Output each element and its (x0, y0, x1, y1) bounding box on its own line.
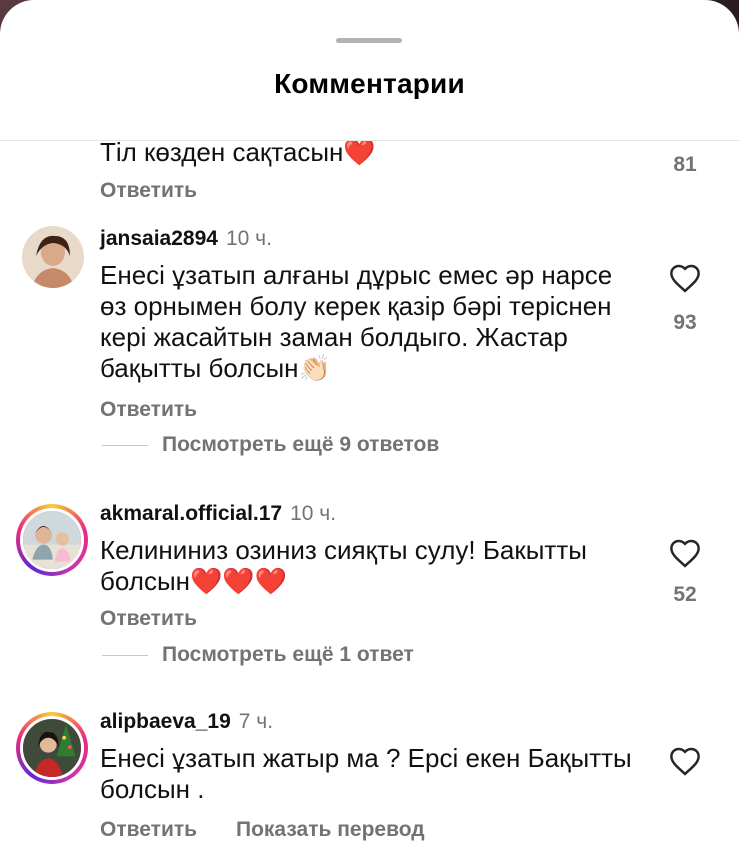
avatar-image (23, 511, 81, 569)
avatar-image (22, 226, 84, 288)
comment-meta: alipbaeva_19 7 ч. (100, 710, 273, 734)
comment-text: Енесі ұзатып алғаны дұрыс емес әр нарсе … (100, 260, 613, 383)
timestamp: 7 ч. (238, 710, 274, 733)
comments-list[interactable]: Тіл көзден сақтасын❤️ 81 Ответить jansai… (0, 141, 739, 847)
view-more-replies[interactable]: Посмотреть ещё 9 ответов (162, 433, 439, 457)
comments-sheet: Комментарии Тіл көзден сақтасын❤️ 81 Отв… (0, 0, 739, 847)
avatar-story-ring[interactable] (16, 712, 88, 784)
heart-outline-icon[interactable] (668, 263, 702, 293)
username[interactable]: alipbaeva_19 (100, 710, 231, 733)
avatar-image (23, 719, 81, 777)
reply-button[interactable]: Ответить (100, 179, 197, 203)
avatar-story-ring[interactable] (16, 504, 88, 576)
replies-divider (102, 655, 148, 656)
view-more-replies[interactable]: Посмотреть ещё 1 ответ (162, 643, 414, 667)
comment-text: Енесі ұзатып жатыр ма ? Ерсі екен Бақытт… (100, 743, 632, 804)
translate-button[interactable]: Показать перевод (236, 818, 425, 842)
comment-meta: akmaral.official.17 10 ч. (100, 502, 336, 526)
comment-text: Келининиз озиниз сияқты сулу! Бакытты бо… (100, 535, 587, 596)
like-count: 81 (673, 153, 697, 176)
drag-handle[interactable] (336, 38, 402, 43)
heart-outline-icon[interactable] (668, 538, 702, 568)
timestamp: 10 ч. (290, 502, 337, 525)
sheet-title: Комментарии (274, 68, 465, 99)
replies-divider (102, 445, 148, 446)
username[interactable]: jansaia2894 (100, 227, 218, 250)
reply-button[interactable]: Ответить (100, 607, 197, 631)
comment-text: Тіл көзден сақтасын❤️ (100, 141, 376, 167)
reply-button[interactable]: Ответить (100, 398, 197, 422)
comment-meta: jansaia2894 10 ч. (100, 227, 272, 251)
username[interactable]: akmaral.official.17 (100, 502, 282, 525)
like-count: 52 (673, 583, 697, 606)
reply-button[interactable]: Ответить (100, 818, 197, 842)
like-count: 93 (673, 311, 697, 334)
timestamp: 10 ч. (225, 227, 272, 250)
heart-outline-icon[interactable] (668, 746, 702, 776)
avatar[interactable] (22, 226, 84, 288)
